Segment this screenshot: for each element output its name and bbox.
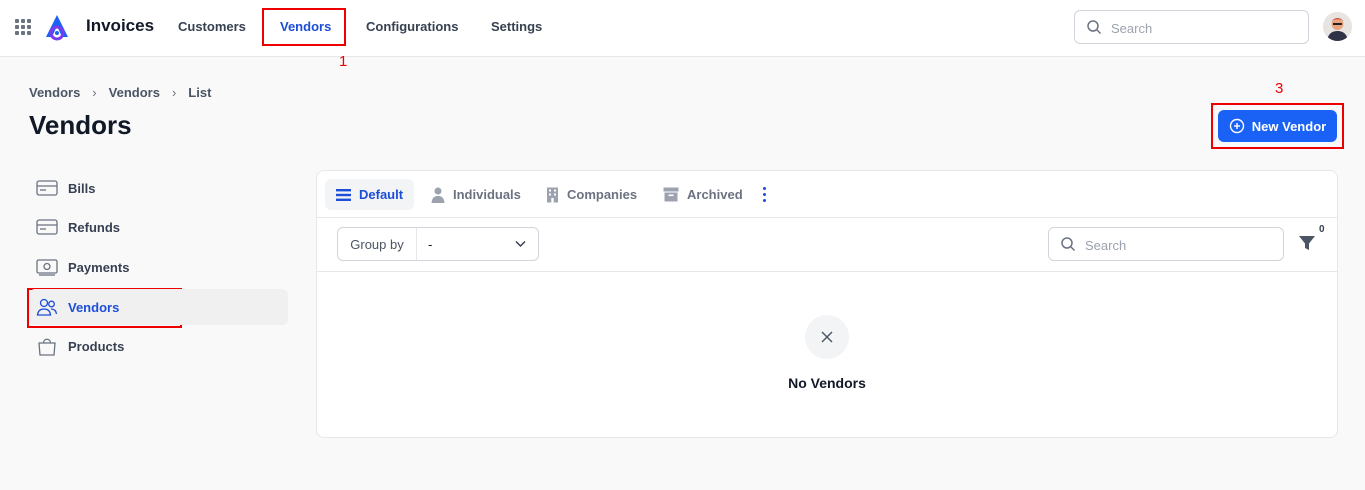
tab-label: Individuals: [453, 187, 521, 202]
chevron-right-icon: ›: [171, 85, 177, 100]
sidebar-item-bills[interactable]: Bills: [29, 170, 288, 206]
tab-label: Companies: [567, 187, 638, 202]
breadcrumb: Vendors › Vendors › List: [29, 85, 211, 100]
search-icon: [1087, 20, 1102, 35]
empty-state-text: No Vendors: [788, 375, 866, 391]
sidebar-item-payments[interactable]: Payments: [29, 249, 288, 285]
archive-icon: [663, 187, 679, 202]
tab-label: Archived: [687, 187, 743, 202]
annotation-box-1: [262, 8, 346, 46]
refund-icon: [36, 219, 58, 235]
user-avatar[interactable]: [1323, 12, 1352, 41]
tab-companies[interactable]: Companies: [535, 179, 648, 210]
bill-icon: [36, 180, 58, 196]
group-by-select[interactable]: Group by -: [337, 227, 539, 261]
list-search[interactable]: [1048, 227, 1284, 261]
tab-label: Default: [359, 187, 404, 202]
group-by-value: -: [428, 236, 433, 252]
list-icon: [336, 188, 351, 201]
shopping-bag-icon: [38, 338, 56, 356]
nav-customers[interactable]: Customers: [178, 19, 246, 34]
users-icon: [36, 298, 58, 316]
breadcrumb-item[interactable]: Vendors: [109, 85, 160, 100]
chevron-right-icon: ›: [92, 85, 97, 100]
breadcrumb-item: List: [188, 85, 212, 100]
tab-default[interactable]: Default: [325, 179, 415, 210]
building-icon: [547, 187, 558, 202]
sidebar-item-label: Bills: [68, 180, 96, 196]
filter-count-badge: 0: [1319, 224, 1325, 235]
sidebar-item-label: Products: [68, 338, 125, 354]
global-search[interactable]: [1074, 10, 1309, 44]
list-toolbar: Group by - 0: [317, 218, 1337, 272]
tab-archived[interactable]: Archived: [652, 179, 754, 210]
annotation-label-1: 1: [339, 53, 348, 70]
person-icon: [431, 187, 445, 203]
sidebar-item-products[interactable]: Products: [29, 328, 288, 364]
chevron-down-icon: [515, 240, 526, 248]
group-by-dropdown[interactable]: -: [417, 228, 538, 260]
new-vendor-label: New Vendor: [1251, 118, 1327, 134]
app-title: Invoices: [86, 16, 155, 35]
top-navbar: Invoices Customers Vendors Configuration…: [0, 0, 1365, 57]
vendors-list-panel: Default Individuals Companies Archived G…: [316, 170, 1338, 438]
tab-individuals[interactable]: Individuals: [420, 179, 532, 210]
sidebar-item-label: Payments: [68, 259, 130, 275]
global-search-input[interactable]: [1111, 18, 1301, 38]
empty-state-close-icon: [805, 315, 849, 359]
annotation-label-3: 3: [1275, 80, 1284, 97]
sidebar-item-refunds[interactable]: Refunds: [29, 209, 288, 245]
sidebar-item-vendors[interactable]: Vendors: [29, 289, 288, 325]
page-title: Vendors: [29, 110, 132, 140]
nav-settings[interactable]: Settings: [491, 19, 542, 34]
sidebar-item-label: Vendors: [68, 299, 120, 315]
view-tabs: Default Individuals Companies Archived: [317, 171, 1337, 218]
group-by-label: Group by: [338, 228, 417, 260]
app-logo-icon: [46, 15, 68, 41]
nav-configurations[interactable]: Configurations: [366, 19, 458, 34]
more-options-icon[interactable]: [759, 186, 769, 204]
plus-circle-icon: [1229, 118, 1244, 134]
sidebar-item-label: Refunds: [68, 219, 120, 235]
search-icon: [1061, 237, 1076, 252]
app-grid-icon[interactable]: [15, 19, 31, 35]
filter-icon[interactable]: [1298, 234, 1316, 252]
payments-icon: [36, 259, 58, 276]
breadcrumb-item[interactable]: Vendors: [29, 85, 80, 100]
new-vendor-button[interactable]: New Vendor: [1218, 110, 1337, 142]
list-search-input[interactable]: [1085, 235, 1275, 255]
